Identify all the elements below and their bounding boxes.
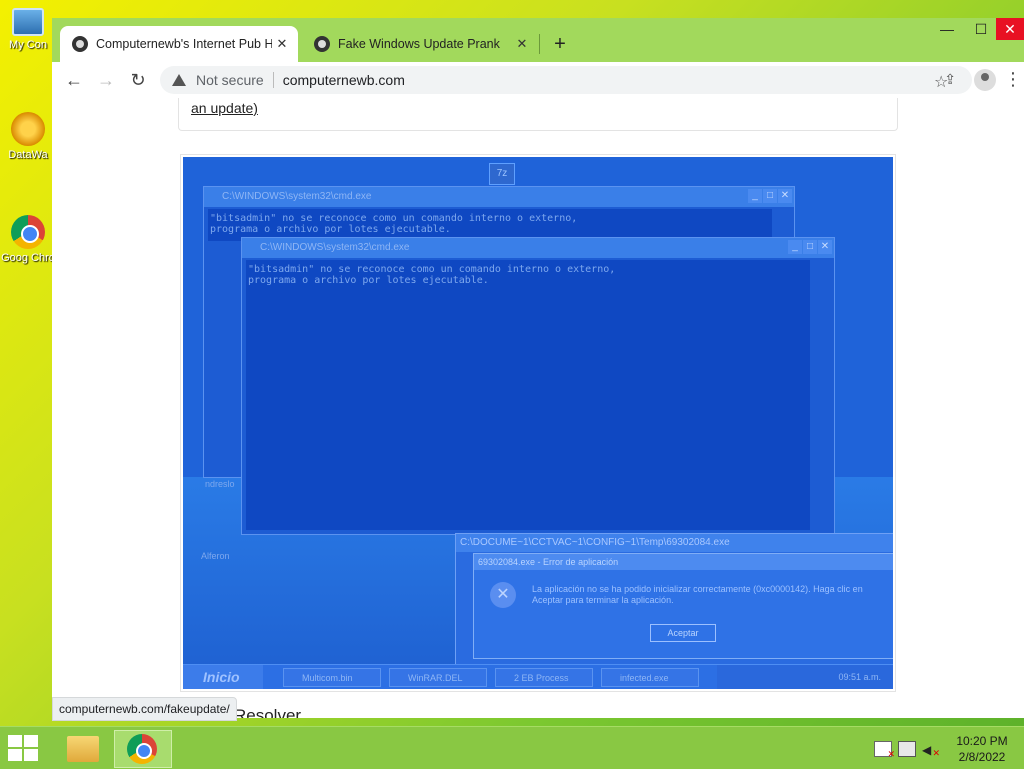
error-dialog-title: 69302084.exe - Error de aplicación [474, 554, 893, 570]
desktop-icon-computer[interactable]: My Con [0, 8, 56, 51]
desktop-icon-datawa[interactable]: DataWa [0, 112, 56, 161]
volume-muted-icon[interactable] [922, 741, 940, 759]
maximize-button[interactable]: ☐ [966, 18, 996, 40]
desktop-icon-label: DataWa [8, 149, 48, 161]
embedded-start-button: Inicio [183, 665, 263, 689]
browser-window: Computernewb's Internet Pub H ✕ Fake Win… [52, 18, 1024, 718]
browser-toolbar: ← → ↻ Not secure computernewb.com ⇪ ☆ ⋮ [52, 62, 1024, 98]
desktop-icon-label: Goog Chro [1, 252, 55, 264]
tab-fake-update[interactable]: Fake Windows Update Prank ✕ [302, 26, 538, 62]
tab-title: Computernewb's Internet Pub H [96, 37, 272, 51]
ok-button: Aceptar [650, 624, 716, 642]
new-tab-button[interactable]: + [548, 32, 572, 56]
site-favicon-icon [72, 36, 88, 52]
clock-date: 2/8/2022 [958, 750, 1006, 764]
action-center-flag-icon[interactable] [874, 741, 895, 760]
address-bar[interactable]: Not secure computernewb.com ⇪ [160, 66, 972, 94]
computer-icon [12, 8, 44, 36]
taskbar-clock[interactable]: 10:20 PM 2/8/2022 [950, 733, 1014, 765]
7zip-icon: 7z [489, 163, 515, 185]
tab-strip: Computernewb's Internet Pub H ✕ Fake Win… [52, 18, 1024, 62]
embedded-taskbar: Inicio Multicom.bin WinRAR.DEL 2 EB Proc… [183, 664, 893, 689]
omnibox-divider [272, 72, 274, 88]
warning-icon[interactable] [172, 74, 186, 86]
taskbar-explorer[interactable] [57, 730, 113, 766]
error-icon: ✕ [490, 582, 516, 608]
cmd-window-title: C:\WINDOWS\system32\cmd.exe [242, 238, 834, 258]
error-dialog: 69302084.exe - Error de aplicación ✕ La … [473, 553, 893, 659]
network-icon[interactable] [898, 741, 916, 757]
desktop-icon-chrome[interactable]: Goog Chro [0, 215, 56, 264]
windows-start-button[interactable] [8, 735, 38, 761]
content-card: an update) [178, 98, 898, 131]
minimize-icon: _ [788, 240, 802, 254]
maximize-icon: □ [763, 189, 777, 203]
windows-logo-icon [8, 735, 22, 747]
bookmark-star-icon[interactable]: ☆ [934, 72, 948, 92]
maximize-icon: □ [803, 240, 817, 254]
embedded-taskbar-item: 2 EB Process [495, 668, 593, 687]
link-status-bar: computernewb.com/fakeupdate/ [52, 697, 237, 721]
folder-icon [67, 736, 99, 762]
desktop-icon-label: My Con [9, 39, 47, 51]
back-button[interactable]: ← [62, 68, 86, 92]
minimize-button[interactable]: — [932, 18, 962, 40]
section-heading: Resolver [234, 706, 302, 718]
taskbar-chrome[interactable] [114, 730, 172, 768]
page-viewport: an update) 7z C:\WINDOWS\system32\cmd.ex… [52, 98, 1024, 718]
clock-time: 10:20 PM [956, 734, 1008, 748]
embedded-taskbar-item: infected.exe [601, 668, 699, 687]
cmd-output: "bitsadmin" no se reconoce como un coman… [246, 260, 810, 530]
tab-title: Fake Windows Update Prank [338, 37, 500, 51]
forward-button[interactable]: → [94, 68, 118, 92]
error-window-title: C:\DOCUME~1\CCTVAC~1\CONFIG~1\Temp\69302… [456, 534, 893, 552]
windows-taskbar: 10:20 PM 2/8/2022 [0, 726, 1024, 769]
browser-menu-icon[interactable]: ⋮ [1004, 68, 1022, 90]
datawa-icon [11, 112, 45, 146]
profile-avatar[interactable] [974, 69, 996, 91]
cmd-window: C:\WINDOWS\system32\cmd.exe _ □ ✕ "bitsa… [241, 237, 835, 535]
reload-button[interactable]: ↻ [126, 68, 150, 92]
update-link[interactable]: an update) [191, 100, 258, 116]
close-icon: ✕ [818, 240, 832, 254]
error-message: La aplicación no se ha podido inicializa… [532, 584, 863, 605]
minimize-icon: _ [748, 189, 762, 203]
close-window-button[interactable]: ✕ [996, 18, 1024, 40]
tab-close-icon[interactable]: ✕ [272, 36, 292, 52]
embedded-taskbar-item: Multicom.bin [283, 668, 381, 687]
cmd-window-title: C:\WINDOWS\system32\cmd.exe [204, 187, 794, 207]
close-icon: ✕ [778, 189, 792, 203]
tab-divider [539, 34, 540, 54]
url-text[interactable]: computernewb.com [283, 72, 405, 88]
site-favicon-icon [314, 36, 330, 52]
embedded-screenshot: 7z C:\WINDOWS\system32\cmd.exe _ □ ✕ "bi… [183, 157, 893, 689]
tab-close-icon[interactable]: ✕ [512, 36, 532, 52]
embedded-taskbar-item: WinRAR.DEL [389, 668, 487, 687]
tab-computernewb[interactable]: Computernewb's Internet Pub H ✕ [60, 26, 298, 62]
desktop-label: ndreslo [205, 479, 235, 489]
security-label[interactable]: Not secure [196, 72, 264, 88]
desktop-label: Alferon [201, 551, 230, 561]
chrome-icon [127, 734, 157, 764]
embedded-clock: 09:51 a.m. [717, 665, 893, 689]
chrome-icon [11, 215, 45, 249]
